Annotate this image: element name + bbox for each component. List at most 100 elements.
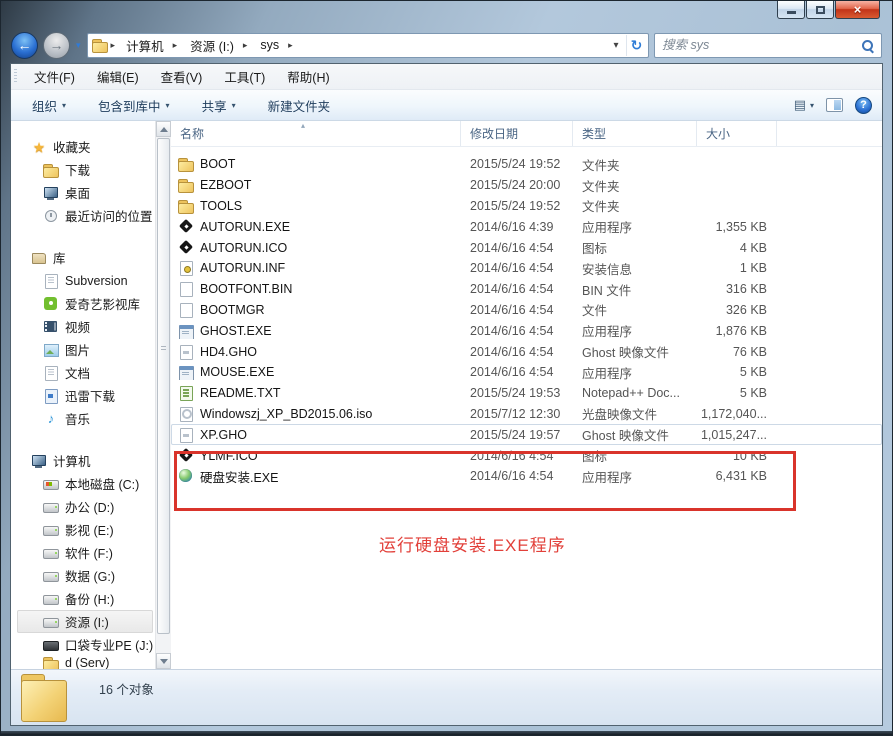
scroll-down-button[interactable]: [156, 653, 171, 669]
search-input[interactable]: [662, 38, 861, 52]
file-row[interactable]: XP.GHO 2015/5/24 19:57 Ghost 映像文件 1,015,…: [171, 424, 882, 445]
help-button[interactable]: ?: [855, 97, 872, 114]
column-header-size[interactable]: 大小: [697, 121, 777, 146]
sidebar-item-label: 桌面: [65, 183, 90, 202]
file-row[interactable]: 硬盘安装.EXE 2014/6/16 4:54 应用程序 6,431 KB: [171, 466, 882, 487]
column-header-name[interactable]: 名称 ▴: [171, 121, 461, 146]
sidebar-item[interactable]: 桌面: [17, 181, 153, 204]
sidebar-section-header[interactable]: 计算机: [17, 449, 153, 472]
file-row[interactable]: BOOTMGR 2014/6/16 4:54 文件 326 KB: [171, 300, 882, 321]
disk-dark-icon: [43, 637, 59, 653]
breadcrumb-item[interactable]: 计算机 ▸: [118, 34, 182, 57]
annotation-text: 运行硬盘安装.EXE程序: [379, 531, 566, 556]
file-row[interactable]: HD4.GHO 2014/6/16 4:54 Ghost 映像文件 76 KB: [171, 341, 882, 362]
file-date: 2014/6/16 4:54: [461, 303, 573, 317]
toolbar-button-label: 共享: [202, 96, 227, 115]
file-row[interactable]: AUTORUN.ICO 2014/6/16 4:54 图标 4 KB: [171, 237, 882, 258]
file-row[interactable]: MOUSE.EXE 2014/6/16 4:54 应用程序 5 KB: [171, 362, 882, 383]
forward-button[interactable]: →: [43, 32, 70, 59]
menu-item[interactable]: 编辑(E): [88, 64, 148, 89]
sidebar-item[interactable]: 迅雷下载: [17, 384, 153, 407]
file-row[interactable]: GHOST.EXE 2014/6/16 4:54 应用程序 1,876 KB: [171, 320, 882, 341]
sidebar-item[interactable]: 图片: [17, 338, 153, 361]
menu-item[interactable]: 帮助(H): [278, 64, 338, 89]
address-dropdown-button[interactable]: ▾: [606, 35, 626, 56]
file-row[interactable]: YLMF.ICO 2014/6/16 4:54 图标 10 KB: [171, 445, 882, 466]
toolbar-button[interactable]: 共享 ▾: [193, 92, 245, 119]
maximize-icon: [816, 6, 825, 14]
sidebar-item[interactable]: 最近访问的位置: [17, 204, 153, 227]
toolbar-button[interactable]: 包含到库中 ▾: [89, 92, 179, 119]
column-header-date[interactable]: 修改日期: [461, 121, 573, 146]
menu-item[interactable]: 工具(T): [215, 64, 274, 89]
toolbar-buttons: 组织 ▾ 包含到库中 ▾ 共享 ▾ 新建文件夹: [23, 92, 353, 119]
close-icon: ×: [854, 2, 862, 17]
sidebar-section-header[interactable]: 库: [17, 246, 153, 269]
sidebar-item[interactable]: 数据 (G:): [17, 564, 153, 587]
sidebar-item[interactable]: 影视 (E:): [17, 518, 153, 541]
file-row[interactable]: EZBOOT 2015/5/24 20:00 文件夹: [171, 175, 882, 196]
toolbar-button[interactable]: 组织 ▾: [23, 92, 75, 119]
sidebar-item[interactable]: d (Serv): [17, 656, 153, 669]
sidebar-item[interactable]: ♪ 音乐: [17, 407, 153, 430]
disk-icon: [43, 614, 59, 630]
gho-icon: [178, 427, 194, 443]
file-row[interactable]: AUTORUN.INF 2014/6/16 4:54 安装信息 1 KB: [171, 258, 882, 279]
sidebar-section-items: ↓ 下载 桌面 最近访问的位置: [17, 158, 153, 227]
change-view-button[interactable]: ▤ ▾: [794, 97, 814, 113]
sidebar-item[interactable]: 口袋专业PE (J:): [17, 633, 153, 656]
close-button[interactable]: ×: [835, 1, 880, 19]
breadcrumb-separator-icon: ▸: [170, 40, 181, 51]
file-row[interactable]: README.TXT 2015/5/24 19:53 Notepad++ Doc…: [171, 383, 882, 404]
sidebar-section-header[interactable]: ★ 收藏夹: [17, 135, 153, 158]
ylmf-icon: [178, 448, 194, 464]
file-size: 1 KB: [697, 261, 777, 275]
file-size: 10 KB: [697, 449, 777, 463]
sidebar-item[interactable]: 办公 (D:): [17, 495, 153, 518]
disk-icon: [43, 522, 59, 538]
file-type: BIN 文件: [573, 280, 697, 299]
column-header-type[interactable]: 类型: [573, 121, 697, 146]
sidebar-item[interactable]: 视频: [17, 315, 153, 338]
refresh-button[interactable]: ↻: [626, 35, 646, 56]
file-type: 图标: [573, 238, 697, 257]
sidebar-item[interactable]: 软件 (F:): [17, 541, 153, 564]
history-dropdown[interactable]: ▾: [76, 40, 81, 51]
scroll-up-button[interactable]: [156, 121, 171, 137]
file-row[interactable]: BOOT 2015/5/24 19:52 文件夹: [171, 154, 882, 175]
sphere-icon: [178, 468, 194, 484]
breadcrumb-item[interactable]: 资源 (I:) ▸: [182, 34, 252, 57]
file-name: AUTORUN.INF: [200, 261, 285, 275]
sidebar-item[interactable]: 本地磁盘 (C:): [17, 472, 153, 495]
sidebar-item[interactable]: 爱奇艺影视库: [17, 292, 153, 315]
breadcrumb-item[interactable]: sys ▸: [252, 36, 297, 54]
sidebar-item[interactable]: 资源 (I:): [17, 610, 153, 633]
preview-pane-button[interactable]: [826, 98, 843, 112]
sidebar-item[interactable]: 备份 (H:): [17, 587, 153, 610]
file-date: 2014/6/16 4:54: [461, 241, 573, 255]
recent-icon: [43, 208, 59, 224]
sidebar-scrollbar[interactable]: [155, 121, 171, 669]
file-type: 光盘映像文件: [573, 404, 697, 423]
sidebar-item[interactable]: 文档: [17, 361, 153, 384]
scrollbar-thumb[interactable]: [157, 138, 170, 634]
menu-item[interactable]: 查看(V): [152, 64, 212, 89]
minimize-button[interactable]: [777, 1, 805, 19]
sidebar-item[interactable]: Subversion: [17, 269, 153, 292]
toolbar-button[interactable]: 新建文件夹: [259, 92, 340, 119]
address-bar[interactable]: ▸ 计算机 ▸ 资源 (I:) ▸ sys ▸ ▾ ↻: [87, 33, 649, 58]
menu-item[interactable]: 文件(F): [25, 64, 84, 89]
sidebar-item-label: d (Serv): [65, 656, 109, 669]
file-row[interactable]: TOOLS 2015/5/24 19:52 文件夹: [171, 196, 882, 217]
file-row[interactable]: AUTORUN.EXE 2014/6/16 4:39 应用程序 1,355 KB: [171, 216, 882, 237]
maximize-button[interactable]: [806, 1, 834, 19]
column-headers: 名称 ▴ 修改日期 类型 大小: [171, 121, 882, 147]
sidebar-section-items: Subversion 爱奇艺影视库 视频 图片 文档 迅雷下载 ♪ 音乐: [17, 269, 153, 430]
file-row[interactable]: BOOTFONT.BIN 2014/6/16 4:54 BIN 文件 316 K…: [171, 279, 882, 300]
file-name: GHOST.EXE: [200, 324, 272, 338]
sidebar-item[interactable]: ↓ 下载: [17, 158, 153, 181]
back-button[interactable]: ←: [11, 32, 38, 59]
file-name: TOOLS: [200, 199, 242, 213]
file-row[interactable]: Windowszj_XP_BD2015.06.iso 2015/7/12 12:…: [171, 404, 882, 425]
breadcrumb-separator-icon: ▸: [108, 40, 119, 51]
